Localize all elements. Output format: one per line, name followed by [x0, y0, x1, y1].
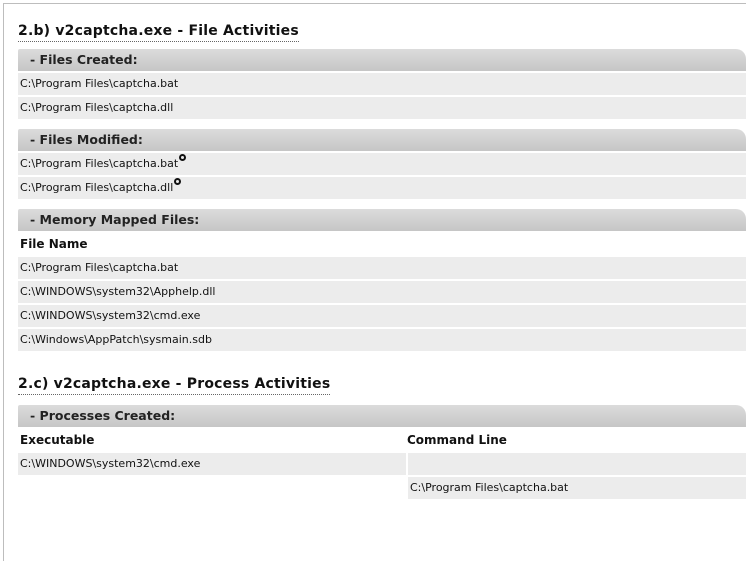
file-activities-section: 2.b) v2captcha.exe - File Activities - F… — [18, 20, 746, 351]
table-header-row: Executable Command Line — [18, 429, 746, 451]
processes-created-group: - Processes Created: Executable Command … — [18, 405, 746, 499]
report-content: 2.b) v2captcha.exe - File Activities - F… — [18, 20, 746, 499]
group-header[interactable]: - Processes Created: — [18, 405, 746, 427]
list-item: C:\WINDOWS\system32\Apphelp.dll — [18, 281, 746, 303]
section-title: 2.b) v2captcha.exe - File Activities — [18, 22, 299, 42]
executable-cell — [18, 477, 406, 499]
list-item: C:\Windows\AppPatch\sysmain.sdb — [18, 329, 746, 351]
modified-indicator-icon — [174, 178, 182, 185]
group-header[interactable]: - Files Created: — [18, 49, 746, 71]
group-header[interactable]: - Memory Mapped Files: — [18, 209, 746, 231]
column-header-command-line: Command Line — [407, 433, 507, 447]
group-header[interactable]: - Files Modified: — [18, 129, 746, 151]
memory-mapped-group: - Memory Mapped Files: File Name C:\Prog… — [18, 209, 746, 351]
section-title: 2.c) v2captcha.exe - Process Activities — [18, 375, 331, 395]
list-item: C:\Program Files\captcha.dll — [18, 97, 746, 119]
file-path: C:\Program Files\captcha.dll — [20, 181, 174, 194]
list-item: C:\Program Files\captcha.bat — [18, 73, 746, 95]
list-item: C:\Program Files\captcha.dll — [18, 177, 746, 199]
command-line-cell — [408, 453, 746, 475]
list-item: C:\WINDOWS\system32\cmd.exe — [18, 305, 746, 327]
files-modified-group: - Files Modified: C:\Program Files\captc… — [18, 129, 746, 199]
table-row: C:\Program Files\captcha.bat — [18, 477, 746, 499]
command-line-cell: C:\Program Files\captcha.bat — [408, 477, 746, 499]
list-item: C:\Program Files\captcha.bat — [18, 257, 746, 279]
column-header-executable: Executable — [20, 433, 95, 447]
modified-indicator-icon — [179, 154, 187, 161]
process-activities-section: 2.c) v2captcha.exe - Process Activities … — [18, 373, 746, 499]
executable-cell: C:\WINDOWS\system32\cmd.exe — [18, 453, 406, 475]
column-header: File Name — [18, 233, 746, 255]
files-created-group: - Files Created: C:\Program Files\captch… — [18, 49, 746, 119]
list-item: C:\Program Files\captcha.bat — [18, 153, 746, 175]
file-path: C:\Program Files\captcha.bat — [20, 157, 179, 170]
table-row: C:\WINDOWS\system32\cmd.exe — [18, 453, 746, 475]
